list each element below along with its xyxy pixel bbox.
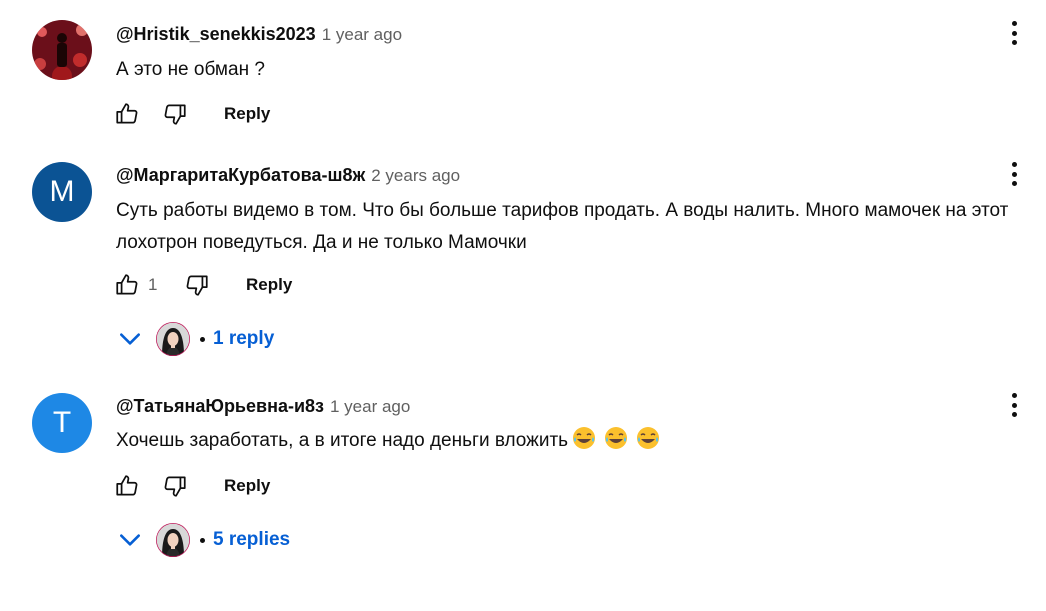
comment-header: @ТатьянаЮрьевна-и8з 1 year ago bbox=[116, 396, 410, 417]
like-count: 1 bbox=[148, 275, 158, 294]
author-name[interactable]: @МаргаритаКурбатова-ш8ж bbox=[116, 165, 365, 185]
dislike-button[interactable] bbox=[182, 270, 212, 300]
timestamp[interactable]: 2 years ago bbox=[371, 166, 460, 185]
dislike-icon bbox=[162, 473, 188, 499]
separator-dot bbox=[200, 537, 205, 543]
view-replies-button[interactable]: 1 reply bbox=[112, 319, 274, 359]
more-actions-button[interactable] bbox=[1004, 159, 1024, 189]
timestamp[interactable]: 1 year ago bbox=[330, 397, 410, 416]
separator-dot bbox=[200, 336, 205, 342]
comment-actions: Reply bbox=[112, 96, 270, 132]
more-actions-button[interactable] bbox=[1004, 18, 1024, 48]
view-replies-button[interactable]: 5 replies bbox=[112, 520, 290, 560]
avatar-photo bbox=[32, 20, 92, 80]
comment-text: А это не обман ? bbox=[116, 59, 265, 80]
author-name[interactable]: @ТатьянаЮрьевна-и8з bbox=[116, 396, 324, 416]
chevron-down-icon[interactable] bbox=[112, 522, 148, 558]
timestamp[interactable]: 1 year ago bbox=[322, 25, 402, 44]
comment-header: @МаргаритаКурбатова-ш8ж 2 years ago bbox=[116, 165, 460, 186]
like-button[interactable] bbox=[112, 270, 142, 300]
like-icon bbox=[114, 473, 140, 499]
tears-of-joy-emoji bbox=[636, 426, 660, 450]
avatar[interactable] bbox=[32, 20, 92, 80]
dislike-button[interactable] bbox=[160, 471, 190, 501]
reply-button[interactable]: Reply bbox=[246, 275, 292, 295]
reply-button[interactable]: Reply bbox=[224, 104, 270, 124]
more-vert-icon bbox=[1011, 21, 1017, 26]
more-vert-icon bbox=[1011, 393, 1017, 398]
like-button[interactable] bbox=[112, 99, 142, 129]
tears-of-joy-emoji bbox=[604, 426, 628, 450]
more-actions-button[interactable] bbox=[1004, 390, 1024, 420]
comment-actions: 1 Reply bbox=[112, 267, 292, 303]
tears-of-joy-emoji bbox=[572, 426, 596, 450]
comment-actions: Reply bbox=[112, 468, 270, 504]
comment-text: Хочешь заработать, а в итоге надо деньги… bbox=[116, 430, 569, 451]
dislike-button[interactable] bbox=[160, 99, 190, 129]
dislike-icon bbox=[162, 101, 188, 127]
like-button[interactable] bbox=[112, 471, 142, 501]
like-icon bbox=[114, 101, 140, 127]
like-icon bbox=[114, 272, 140, 298]
avatar-letter: M bbox=[49, 175, 75, 208]
replies-count-link[interactable]: 5 replies bbox=[213, 529, 290, 551]
avatar[interactable]: T bbox=[32, 393, 92, 453]
reply-author-avatar bbox=[156, 523, 190, 557]
author-name[interactable]: @Hristik_senekkis2023 bbox=[116, 24, 316, 44]
replies-count-link[interactable]: 1 reply bbox=[213, 328, 274, 350]
more-vert-icon bbox=[1011, 162, 1017, 167]
dislike-icon bbox=[184, 272, 210, 298]
comment-text: Суть работы видемо в том. Что бы больше … bbox=[116, 200, 1009, 253]
avatar[interactable]: M bbox=[32, 162, 92, 222]
reply-author-avatar bbox=[156, 322, 190, 356]
chevron-down-icon[interactable] bbox=[112, 321, 148, 357]
avatar-letter: T bbox=[52, 406, 72, 439]
comment-header: @Hristik_senekkis2023 1 year ago bbox=[116, 24, 402, 45]
comment-text-row: Хочешь заработать, а в итоге надо деньги… bbox=[116, 425, 1040, 457]
reply-button[interactable]: Reply bbox=[224, 476, 270, 496]
